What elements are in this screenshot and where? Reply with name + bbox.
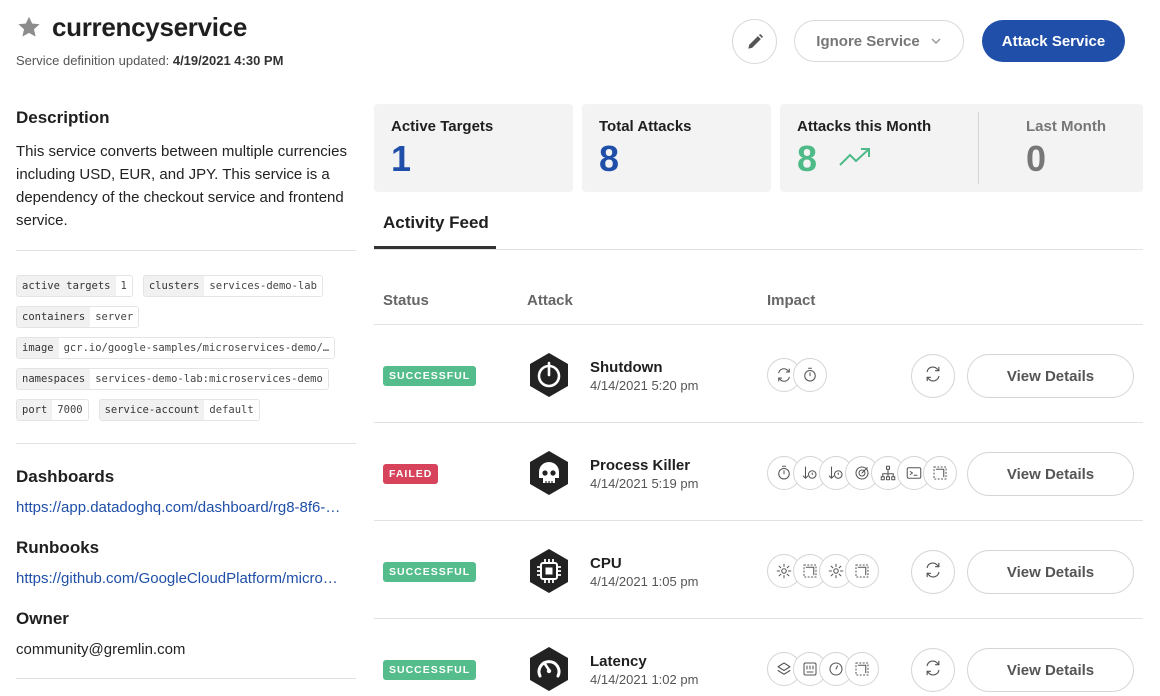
gauge-icon bbox=[530, 647, 568, 691]
tab-underline bbox=[374, 249, 1143, 250]
view-details-button[interactable]: View Details bbox=[967, 354, 1134, 398]
table-row: FAILED Process Killer 4/14/2021 5:19 pm Vie… bbox=[374, 422, 1143, 520]
tag-value: default bbox=[204, 400, 259, 420]
page-header: currencyservice Service definition updat… bbox=[16, 12, 1144, 82]
attack-name: Process Killer bbox=[590, 457, 691, 474]
attack-time: 4/14/2021 5:19 pm bbox=[590, 476, 699, 491]
refresh-icon bbox=[923, 658, 943, 683]
this-month-value: 8 bbox=[797, 138, 818, 179]
divider bbox=[16, 250, 356, 251]
description-heading: Description bbox=[16, 108, 110, 127]
service-details: Description This service converts betwee… bbox=[16, 108, 356, 679]
tag-key: port bbox=[17, 400, 53, 420]
view-details-button[interactable]: View Details bbox=[967, 550, 1134, 594]
attack-service-button[interactable]: Attack Service bbox=[982, 20, 1125, 62]
dashed-square-icon bbox=[845, 554, 879, 588]
tag-key: service-account bbox=[99, 400, 205, 420]
tag-value: 1 bbox=[115, 276, 132, 296]
pencil-icon bbox=[747, 33, 763, 49]
star-icon[interactable] bbox=[16, 14, 42, 40]
ignore-service-button[interactable]: Ignore Service bbox=[794, 20, 964, 62]
active-targets-value: 1 bbox=[391, 138, 412, 179]
divider bbox=[978, 112, 979, 184]
rerun-button[interactable] bbox=[911, 550, 955, 594]
chip-icon bbox=[530, 549, 568, 593]
impact-icons bbox=[767, 652, 879, 686]
tag-value: gcr.io/google-samples/microservices-demo… bbox=[58, 338, 335, 358]
tag-chip: containers server bbox=[16, 306, 140, 328]
edit-button[interactable] bbox=[732, 19, 777, 64]
dashboard-link[interactable]: https://app.datadoghq.com/dashboard/rg8-… bbox=[16, 499, 356, 516]
tag-chip: port 7000 bbox=[16, 399, 89, 421]
rerun-button[interactable] bbox=[911, 354, 955, 398]
tag-chip: image gcr.io/google-samples/microservices… bbox=[16, 337, 336, 359]
owner-email: community@gremlin.com bbox=[16, 641, 186, 658]
tag-value: server bbox=[90, 307, 139, 327]
timer-icon bbox=[793, 358, 827, 392]
tag-key: clusters bbox=[143, 276, 205, 296]
total-attacks-card: Total Attacks 8 bbox=[582, 104, 771, 192]
tag-value: 7000 bbox=[52, 400, 88, 420]
attack-name: Shutdown bbox=[590, 359, 663, 376]
impact-icons bbox=[767, 358, 827, 392]
active-targets-card: Active Targets 1 bbox=[374, 104, 573, 192]
attack-time: 4/14/2021 1:02 pm bbox=[590, 672, 699, 687]
table-row: SUCCESSFUL CPU 4/14/2021 1:05 pm View Detai… bbox=[374, 520, 1143, 618]
dashed-square-icon bbox=[845, 652, 879, 686]
status-badge: SUCCESSFUL bbox=[383, 562, 477, 582]
runbooks-heading: Runbooks bbox=[16, 538, 100, 557]
tag-value: services-demo-lab bbox=[204, 276, 322, 296]
skull-icon bbox=[530, 451, 568, 495]
attack-name: CPU bbox=[590, 555, 622, 572]
tag-key: containers bbox=[17, 307, 91, 327]
description-text: This service converts between multiple c… bbox=[16, 143, 347, 229]
column-status: Status bbox=[383, 292, 429, 309]
definition-updated: Service definition updated: 4/19/2021 4:… bbox=[16, 53, 284, 68]
tag-key: namespaces bbox=[17, 369, 91, 389]
dashboards-heading: Dashboards bbox=[16, 467, 115, 486]
impact-icons bbox=[767, 554, 879, 588]
tag-key: active targets bbox=[17, 276, 116, 296]
status-badge: SUCCESSFUL bbox=[383, 366, 477, 386]
trend-up-icon bbox=[839, 148, 870, 166]
tab-activity-feed[interactable]: Activity Feed bbox=[374, 213, 496, 249]
tag-list: active targets 1 clusters services-demo-lab… bbox=[16, 275, 356, 421]
refresh-icon bbox=[923, 560, 943, 585]
refresh-icon bbox=[923, 364, 943, 389]
monthly-attacks-card: Attacks this Month 8 Last Month 0 bbox=[780, 104, 1143, 192]
chevron-down-icon bbox=[931, 38, 941, 45]
tag-chip: active targets 1 bbox=[16, 275, 133, 297]
tag-key: image bbox=[17, 338, 59, 358]
tag-value: services-demo-lab:microservices-demo bbox=[90, 369, 328, 389]
dashed-square-icon bbox=[923, 456, 957, 490]
power-icon bbox=[530, 353, 568, 397]
view-details-button[interactable]: View Details bbox=[967, 648, 1134, 692]
divider bbox=[16, 443, 356, 444]
column-attack: Attack bbox=[527, 292, 573, 309]
attack-time: 4/14/2021 5:20 pm bbox=[590, 378, 699, 393]
tag-chip: namespaces services-demo-lab:microservice… bbox=[16, 368, 329, 390]
table-row: SUCCESSFUL Latency 4/14/2021 1:02 pm View D… bbox=[374, 618, 1143, 696]
attack-name: Latency bbox=[590, 653, 647, 670]
status-badge: FAILED bbox=[383, 464, 439, 484]
rerun-button[interactable] bbox=[911, 648, 955, 692]
total-attacks-value: 8 bbox=[599, 138, 620, 179]
page-title: currencyservice bbox=[52, 12, 247, 42]
impact-icons bbox=[767, 456, 957, 490]
attack-time: 4/14/2021 1:05 pm bbox=[590, 574, 699, 589]
column-impact: Impact bbox=[767, 292, 816, 309]
runbook-link[interactable]: https://github.com/GoogleCloudPlatform/m… bbox=[16, 570, 356, 587]
last-month-value: 0 bbox=[1026, 138, 1047, 179]
table-row: SUCCESSFUL Shutdown 4/14/2021 5:20 pm View … bbox=[374, 324, 1143, 422]
owner-heading: Owner bbox=[16, 609, 69, 628]
tag-chip: clusters services-demo-lab bbox=[142, 275, 323, 297]
view-details-button[interactable]: View Details bbox=[967, 452, 1134, 496]
divider bbox=[16, 678, 356, 679]
tag-chip: service-account default bbox=[98, 399, 260, 421]
status-badge: SUCCESSFUL bbox=[383, 660, 477, 680]
